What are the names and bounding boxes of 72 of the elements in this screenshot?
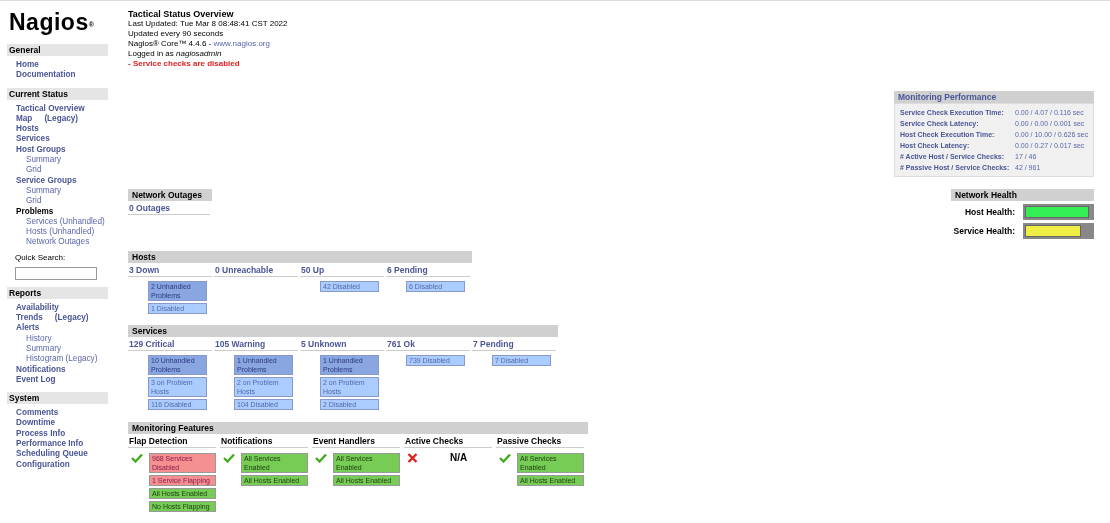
status-count-link[interactable]: 5 Unknown	[300, 337, 384, 351]
na-text: N/A	[450, 453, 468, 464]
sidebar-heading: Problems	[16, 206, 54, 216]
feature-header: Event Handlers	[312, 434, 400, 448]
sidebar-sub-link[interactable]: Summary	[26, 185, 62, 195]
sidebar-sub-link[interactable]: (Unhandled)	[49, 227, 95, 237]
status-count-link[interactable]: 7 Pending	[472, 337, 556, 351]
sidebar-sub-link[interactable]: Summary	[26, 343, 62, 353]
sidebar-link[interactable]: Host Groups	[16, 144, 66, 154]
sidebar-link[interactable]: Event Log	[16, 374, 56, 384]
sidebar-link[interactable]: Scheduling Queue	[16, 449, 88, 459]
sidebar-link[interactable]: Comments	[16, 408, 59, 418]
version-text: Nagios® Core™ 4.4.6 -	[128, 39, 213, 48]
status-count-link[interactable]: 105 Warning	[214, 337, 298, 351]
sidebar-sub-link[interactable]: (Unhandled)	[59, 216, 105, 226]
sidebar-link[interactable]: Service Groups	[16, 175, 77, 185]
login-text: Logged in as nagiosadmin	[128, 49, 223, 59]
feature-header: Flap Detection	[128, 434, 216, 448]
feature-header: Notifications	[220, 434, 308, 448]
sidebar-link[interactable]: (Legacy)	[44, 113, 79, 123]
logo[interactable]: Nagios$^{®}$	[9, 11, 95, 34]
search-field[interactable]	[15, 266, 97, 280]
sidebar-link[interactable]: Hosts	[16, 124, 39, 134]
outages-link[interactable]: 0 Outages	[128, 201, 210, 215]
update-interval-text: Updated every 90 seconds	[128, 29, 225, 39]
section-header: Services	[128, 325, 558, 337]
sidebar-link[interactable]: Trends	[16, 313, 43, 323]
sidebar-sub-link[interactable]: Grid	[26, 165, 42, 175]
sidebar-sub-link[interactable]: Network Outages	[26, 237, 90, 247]
panel-header: Monitoring Performance	[894, 91, 1094, 103]
sidebar-link[interactable]: Documentation	[16, 70, 76, 80]
section-header: Network Outages	[128, 189, 212, 201]
sidebar-sub-link[interactable]: Grid	[26, 196, 42, 206]
sidebar-link[interactable]: Downtime	[16, 418, 56, 428]
feature-header: Passive Checks	[496, 434, 584, 448]
last-updated-text: Last Updated: Tue Mar 8 08:48:41 CST 2022	[128, 19, 289, 29]
health-label: Service Health:	[953, 226, 1015, 236]
sidebar-sub-link[interactable]: Summary	[26, 155, 62, 165]
sidebar-link[interactable]: Map	[16, 113, 33, 123]
sidebar-section-header: Current Status	[7, 87, 108, 100]
status-count-link[interactable]: 50 Up	[300, 263, 384, 277]
health-label: Host Health:	[964, 207, 1015, 217]
sidebar-sub-link[interactable]: History	[26, 333, 52, 343]
status-count-link[interactable]: 6 Pending	[386, 263, 470, 277]
sidebar-link[interactable]: Tactical Overview	[16, 103, 85, 113]
sidebar-section-header: Reports	[7, 286, 108, 299]
warning-text: - Service checks are disabled	[128, 59, 241, 69]
sidebar-sub-link[interactable]: Histogram (Legacy)	[26, 354, 98, 364]
sidebar-link[interactable]: Configuration	[16, 459, 70, 469]
status-count-link[interactable]: 0 Unreachable	[214, 263, 298, 277]
sidebar-link[interactable]: Process Info	[16, 428, 66, 438]
sidebar-link[interactable]: Availability	[16, 302, 59, 312]
sidebar-link[interactable]: Alerts	[16, 323, 40, 333]
sidebar-section-header: General	[7, 44, 108, 56]
feature-header: Active Checks	[404, 434, 492, 448]
section-header: Monitoring Features	[128, 422, 588, 434]
sidebar-link[interactable]: Performance Info	[16, 439, 84, 448]
status-count-link[interactable]: 3 Down	[128, 263, 212, 277]
section-header: Hosts	[128, 251, 472, 263]
sidebar-sub-link[interactable]: Services	[26, 216, 58, 226]
page-title: Tactical Status Overview	[128, 9, 235, 19]
sidebar-link[interactable]: Services	[16, 134, 50, 144]
sidebar-link[interactable]: Notifications	[16, 364, 66, 374]
sidebar-section-header: System	[7, 392, 108, 405]
sidebar-link[interactable]: (Legacy)	[54, 313, 89, 323]
section-header: Network Health	[951, 189, 1094, 201]
website-link[interactable]: www.nagios.org	[213, 39, 270, 48]
status-count-link[interactable]: 129 Critical	[128, 337, 212, 351]
sidebar-sub-link[interactable]: Hosts	[26, 227, 47, 237]
search-label: Quick Search:	[15, 252, 66, 262]
sidebar-link[interactable]: Home	[16, 60, 39, 69]
status-count-link[interactable]: 761 Ok	[386, 337, 470, 351]
